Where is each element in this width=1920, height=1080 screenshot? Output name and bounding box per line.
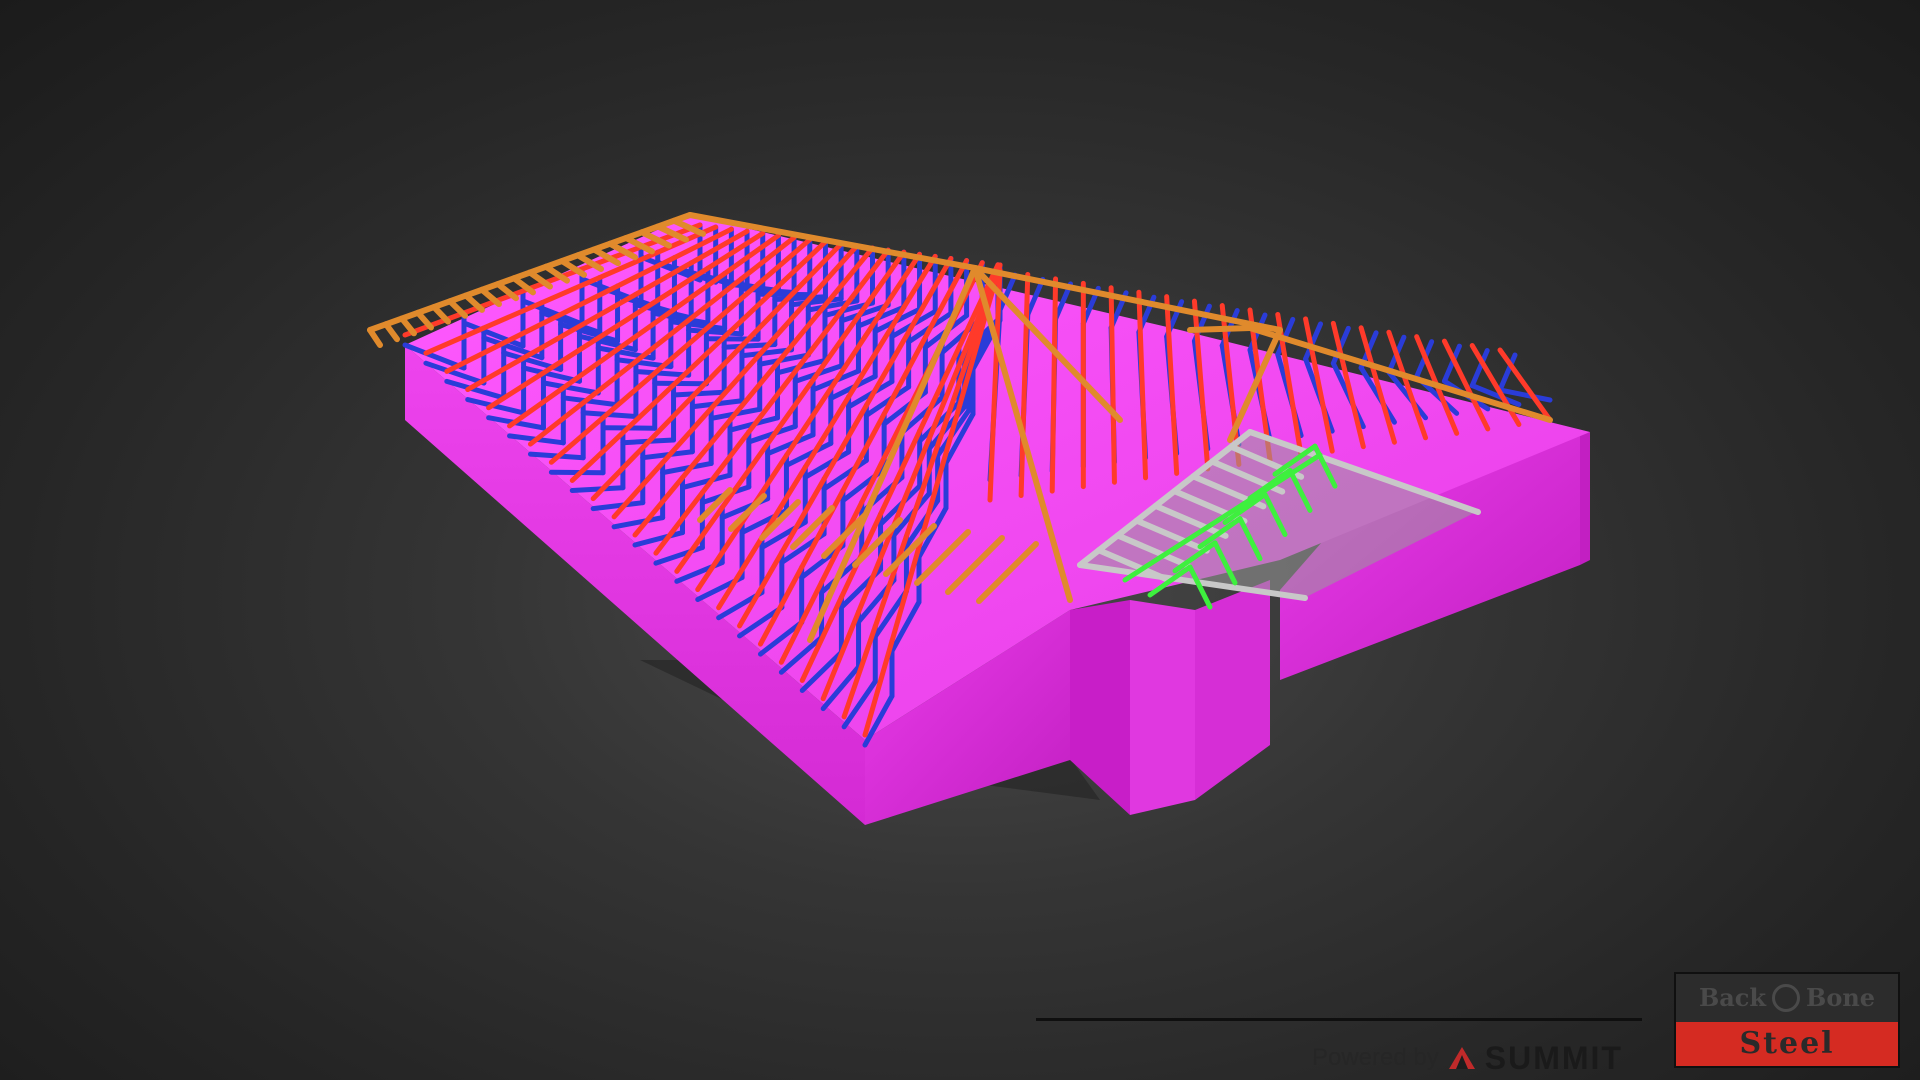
roof-truss-model[interactable] (0, 0, 1920, 1080)
powered-by-label: Powered by (1312, 1044, 1439, 1071)
logo-text-steel: Steel (1676, 1021, 1898, 1066)
wall-front-recess (1195, 580, 1270, 800)
eave-tail (383, 321, 400, 343)
logo-ring-icon (1772, 983, 1801, 1012)
wall-front-entry-pier (1130, 600, 1195, 815)
top-chord (1108, 285, 1117, 485)
eave-tail (399, 315, 417, 337)
web-member (772, 294, 828, 302)
logo-text-back: Back (1698, 983, 1767, 1013)
footer-divider (1036, 1018, 1642, 1021)
summit-mountain-icon (1448, 1047, 1475, 1069)
backbone-steel-logo: Back Bone Steel (1674, 972, 1900, 1068)
web-member (569, 485, 626, 493)
wall-right-end (1580, 432, 1590, 565)
summit-brand: SUMMIT (1484, 1039, 1623, 1076)
powered-by-summit[interactable]: Powered by SUMMIT (1312, 1040, 1623, 1076)
hip-rafter (1187, 325, 1253, 333)
top-chord (1049, 276, 1059, 494)
logo-text-bone: Bone (1806, 983, 1876, 1013)
3d-viewport[interactable]: Powered by SUMMIT Back Bone Steel (0, 0, 1920, 1080)
eave-tail (367, 327, 383, 348)
